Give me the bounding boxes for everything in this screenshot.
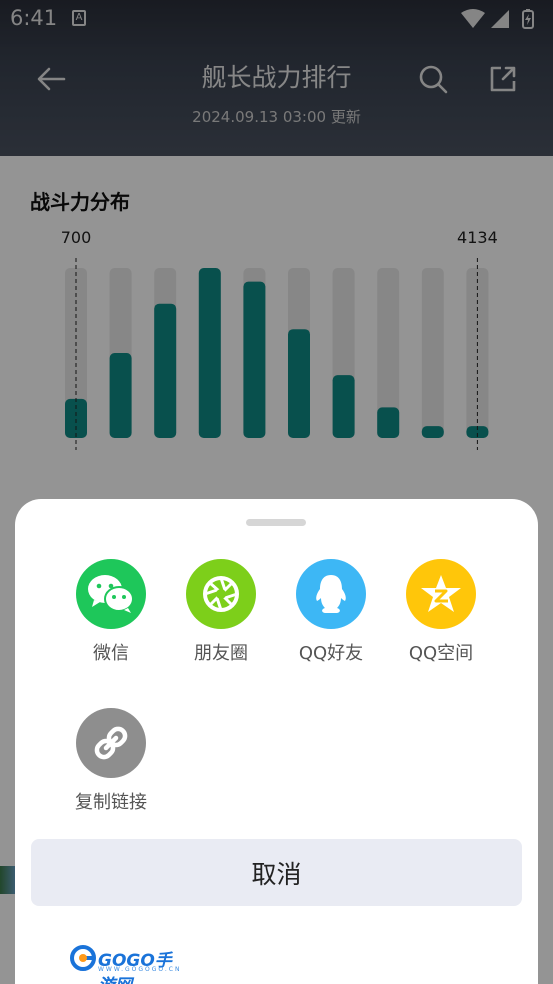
- watermark-logo: GOGO手游网 WWW.GOGOGO.CN: [70, 945, 182, 984]
- moments-icon: [186, 559, 256, 629]
- watermark-brand: GOGO手游网: [98, 951, 172, 984]
- gogo-logo-icon: [70, 945, 96, 971]
- share-moments[interactable]: 朋友圈: [166, 559, 276, 679]
- share-qzone-label: QQ空间: [408, 643, 474, 664]
- sheet-handle[interactable]: [246, 519, 306, 526]
- share-qq-label: QQ好友: [298, 643, 364, 664]
- share-wechat[interactable]: 微信: [56, 559, 166, 679]
- share-qq[interactable]: QQ好友: [276, 559, 386, 679]
- share-wechat-label: 微信: [93, 643, 129, 664]
- wechat-icon: [76, 559, 146, 629]
- link-icon: [76, 708, 146, 778]
- share-copy-link[interactable]: 复制链接: [56, 708, 166, 828]
- share-copy-link-label: 复制链接: [75, 792, 147, 813]
- share-moments-label: 朋友圈: [194, 643, 248, 664]
- qzone-icon: [406, 559, 476, 629]
- watermark-url: WWW.GOGOGO.CN: [98, 966, 182, 973]
- qq-icon: [296, 559, 366, 629]
- share-sheet: 微信 朋友圈 QQ好友 QQ空间 复制链接 取消 GOGO手 WWW.GOGOG…: [15, 499, 538, 984]
- cancel-button[interactable]: 取消: [31, 839, 522, 906]
- share-qzone[interactable]: QQ空间: [386, 559, 496, 679]
